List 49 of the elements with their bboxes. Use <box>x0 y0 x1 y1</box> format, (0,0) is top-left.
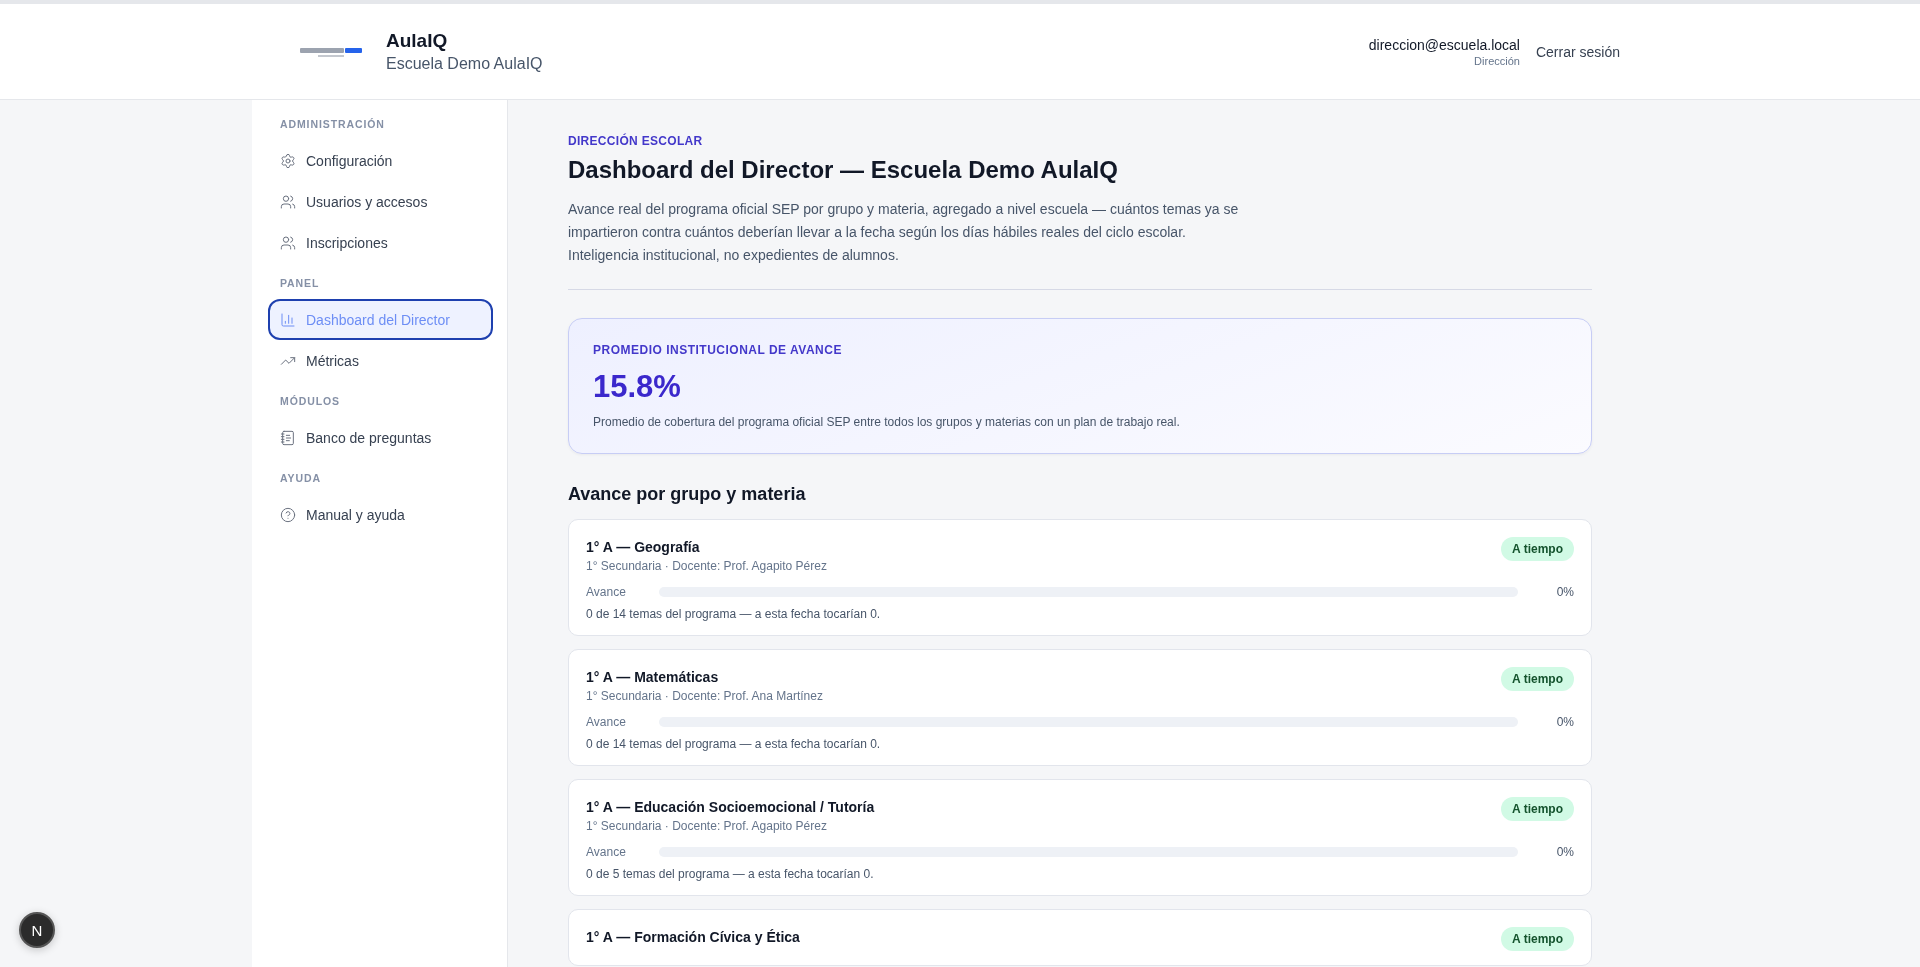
card-title: 1° A — Matemáticas <box>586 669 720 685</box>
summary-description: Promedio de cobertura del programa oficial SEP entre todos los grupos y materias con un plan de trabajo real. <box>593 415 1181 429</box>
sidebar-section-title: AYUDA <box>279 472 322 484</box>
nav-icon <box>280 506 296 523</box>
sidebar-section-title: PANEL <box>279 277 321 289</box>
sidebar-item[interactable]: Inscripciones <box>268 222 493 263</box>
progress-percent: 0% <box>1555 585 1574 599</box>
user-role: Dirección <box>1474 54 1520 67</box>
page-description: Avance real del programa oficial SEP por grupo y materia, agregado a nivel escuela — cuántos temas ya se impartieron contra cuántos deberían llevar a la fecha según los días hábiles reales del ciclo escolar. Inteligencia institucional, no expedientes de alumnos. <box>568 200 1240 265</box>
nav-icon <box>280 429 296 446</box>
card-title: 1° A — Educación Socioemocional / Tutoría <box>586 799 875 815</box>
app-name: AulaIQ <box>386 30 449 52</box>
card-title: 1° A — Geografía <box>586 539 701 555</box>
nav-icon <box>280 193 296 210</box>
logout-button[interactable]: Cerrar sesión <box>1535 43 1620 60</box>
status-badge: A tiempo <box>1501 797 1574 821</box>
nav-icon <box>280 234 296 251</box>
sidebar-item[interactable]: Banco de preguntas <box>268 417 493 458</box>
sidebar-item[interactable]: Usuarios y accesos <box>268 181 493 222</box>
progress-label: Avance <box>586 585 627 599</box>
progress-percent: 0% <box>1555 845 1574 859</box>
sidebar-item[interactable]: Configuración <box>268 140 493 181</box>
nav-icon <box>280 311 296 328</box>
summary-value: 15.8% <box>593 369 682 405</box>
status-badge: A tiempo <box>1501 537 1574 561</box>
school-name: Escuela Demo AulaIQ <box>386 55 543 73</box>
nav-icon <box>280 152 296 169</box>
card-subtitle: 1° Secundaria · Docente: Prof. Agapito Pérez <box>586 559 827 573</box>
user-email: direccion@escuela.local <box>1368 36 1520 53</box>
dev-tools-button[interactable]: N <box>19 912 55 948</box>
page-eyebrow: DIRECCIÓN ESCOLAR <box>568 134 704 148</box>
page-title: Dashboard del Director — Escuela Demo AulaIQ <box>568 156 1119 184</box>
card-subtitle: 1° Secundaria · Docente: Prof. Ana Martínez <box>586 689 823 703</box>
summary-label: PROMEDIO INSTITUCIONAL DE AVANCE <box>593 343 843 357</box>
section-title: Avance por grupo y materia <box>568 484 807 505</box>
progress-label: Avance <box>586 845 627 859</box>
progress-note: 0 de 5 temas del programa — a esta fecha tocarían 0. <box>586 867 875 881</box>
status-badge: A tiempo <box>1501 667 1574 691</box>
card-subtitle: 1° Secundaria · Docente: Prof. Agapito Pérez <box>586 819 828 833</box>
sidebar-item[interactable]: Métricas <box>268 340 493 381</box>
card-title: 1° A — Formación Cívica y Ética <box>586 929 800 945</box>
sidebar-item[interactable]: Manual y ayuda <box>268 494 493 535</box>
sidebar-section-title: ADMINISTRACIÓN <box>279 118 386 130</box>
progress-note: 0 de 14 temas del programa — a esta fecha tocarían 0. <box>586 607 882 621</box>
progress-label: Avance <box>586 715 627 729</box>
progress-note: 0 de 14 temas del programa — a esta fecha tocarían 0. <box>586 737 882 751</box>
status-badge: A tiempo <box>1501 927 1574 951</box>
progress-percent: 0% <box>1555 715 1574 729</box>
sidebar-section-title: MÓDULOS <box>279 395 341 407</box>
